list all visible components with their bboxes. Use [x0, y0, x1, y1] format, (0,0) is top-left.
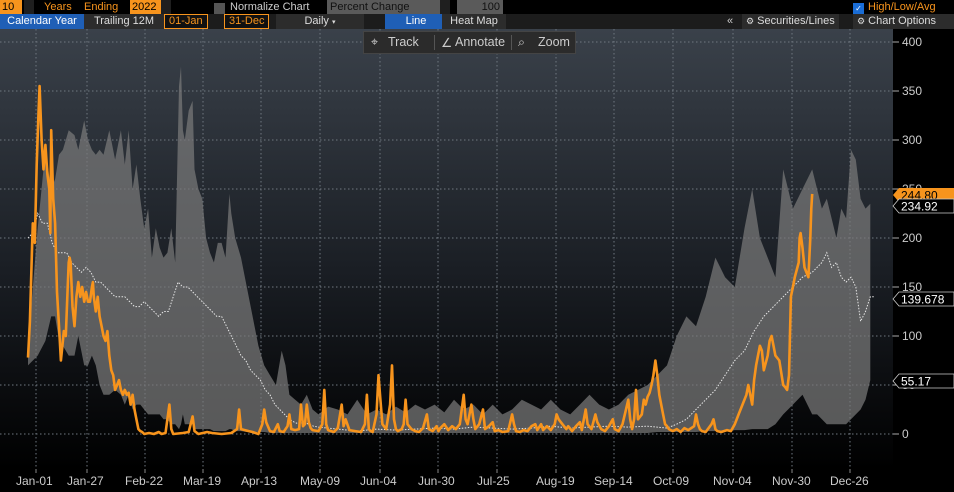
- gear-icon: ⚙: [746, 16, 755, 26]
- x-tick-label: Apr-13: [241, 474, 277, 488]
- frequency-select[interactable]: Daily ▾: [276, 14, 364, 30]
- x-tick-label: Oct-09: [653, 474, 689, 488]
- last-value-tag-high: 234.92: [892, 198, 954, 214]
- chart-options-button[interactable]: ⚙ Chart Options: [853, 14, 954, 29]
- frequency-label: Daily: [304, 15, 329, 27]
- ending-year-input[interactable]: 2022: [130, 0, 164, 14]
- annotate-button[interactable]: Annotate: [455, 35, 505, 49]
- x-tick-label: Feb-22: [125, 474, 163, 488]
- x-tick-label: Jan-01: [16, 474, 53, 488]
- chart[interactable]: 050100150200250300350400 Jan-01Jan-27Feb…: [0, 29, 954, 492]
- track-button[interactable]: Track: [388, 35, 419, 49]
- x-tick-label: Jan-27: [67, 474, 104, 488]
- ending-year-stepper[interactable]: [161, 0, 171, 14]
- collapse-button[interactable]: «: [727, 14, 733, 29]
- x-tick-label: Jun-04: [360, 474, 397, 488]
- annotate-icon: ∠: [434, 35, 452, 50]
- normalize-checkbox[interactable]: [214, 1, 225, 15]
- y-axis-background: [893, 29, 954, 492]
- chevron-down-icon: ▾: [332, 19, 336, 26]
- normalize-mode-select[interactable]: Percent Change: [327, 0, 443, 14]
- tag-value: 55.17: [901, 375, 931, 389]
- securities-lines-button[interactable]: ⚙ Securities/Lines: [742, 14, 839, 29]
- x-tick-label: Nov-04: [713, 474, 752, 488]
- securities-lines-label: Securities/Lines: [757, 15, 835, 27]
- x-tick-label: Aug-19: [536, 474, 575, 488]
- last-value-tag-low: 55.17: [892, 373, 954, 389]
- ending-label: Ending: [84, 1, 119, 13]
- x-tick-label: Dec-26: [830, 474, 869, 488]
- y-tick-label: 300: [902, 133, 922, 147]
- y-tick-label: 0: [902, 427, 909, 441]
- x-tick-label: Mar-19: [183, 474, 221, 488]
- y-tick-label: 200: [902, 231, 922, 245]
- last-value-tag-average: 139.678: [892, 291, 954, 307]
- years-label: Years: [44, 1, 72, 13]
- zoom-icon: ⌕: [511, 35, 525, 50]
- y-tick-label: 350: [902, 84, 922, 98]
- tag-value: 234.92: [901, 200, 938, 214]
- x-tick-label: Nov-30: [772, 474, 811, 488]
- x-tick-label: Sep-14: [594, 474, 633, 488]
- hla-label: High/Low/Avg: [868, 1, 936, 13]
- track-icon: ⌖: [371, 35, 379, 49]
- toolbar-row-1: 10 Years Ending 2022 Normalize Chart Per…: [0, 0, 954, 14]
- chart-options-label: Chart Options: [868, 15, 937, 27]
- tab-calendar-year[interactable]: Calendar Year: [0, 14, 84, 29]
- tag-value: 139.678: [901, 293, 945, 307]
- start-date-input[interactable]: 01-Jan: [164, 14, 208, 29]
- gear-icon: ⚙: [857, 16, 866, 26]
- normalize-label: Normalize Chart: [230, 1, 310, 13]
- years-input[interactable]: 10: [0, 0, 22, 14]
- zoom-button[interactable]: Zoom: [538, 35, 570, 49]
- y-tick-label: 400: [902, 35, 922, 49]
- x-tick-label: May-09: [300, 474, 340, 488]
- tab-trailing-12m[interactable]: Trailing 12M: [84, 14, 164, 29]
- tab-line[interactable]: Line: [385, 14, 447, 29]
- end-date-input[interactable]: 31-Dec: [224, 14, 270, 29]
- normalize-base-input[interactable]: 100: [457, 0, 503, 14]
- y-tick-label: 100: [902, 329, 922, 343]
- tab-heat-map[interactable]: Heat Map: [442, 14, 506, 29]
- normalize-mode-dropdown[interactable]: [440, 0, 450, 14]
- x-tick-label: Jul-25: [477, 474, 510, 488]
- toolbar-row-2: Calendar Year Trailing 12M 01-Jan 31-Dec…: [0, 14, 954, 30]
- hla-checkbox[interactable]: ✓: [853, 1, 864, 15]
- x-tick-label: Jun-30: [418, 474, 455, 488]
- chart-tools: ⌖ Track ∠ Annotate ⌕ Zoom: [363, 31, 576, 54]
- years-stepper[interactable]: [24, 0, 34, 14]
